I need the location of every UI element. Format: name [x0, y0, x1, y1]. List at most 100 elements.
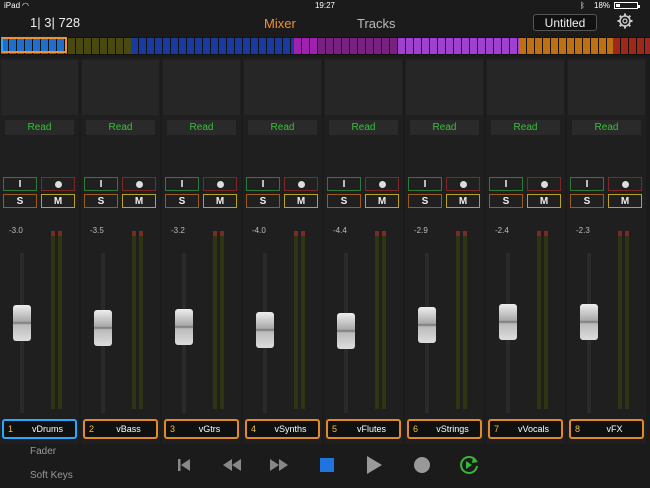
automation-mode-button[interactable]: Read	[329, 120, 398, 135]
channel-strip: Read I S M -3.5 2 vBass	[81, 58, 160, 444]
mute-button[interactable]: M	[41, 194, 75, 208]
record-arm-button[interactable]	[203, 177, 237, 191]
automation-mode-button[interactable]: Read	[167, 120, 236, 135]
volume-fader[interactable]	[580, 303, 598, 340]
clip-indicator	[139, 231, 143, 236]
track-name-button[interactable]: 8 vFX	[569, 419, 644, 439]
track-name: vSynths	[274, 424, 307, 434]
record-arm-button[interactable]	[284, 177, 318, 191]
channel-strip: Read I S M -2.9 6 vStrings	[405, 58, 484, 444]
overview-selection[interactable]	[1, 37, 67, 53]
track-name-button[interactable]: 4 vSynths	[245, 419, 320, 439]
level-meter-right	[220, 231, 224, 409]
mute-button[interactable]: M	[446, 194, 480, 208]
track-name: vStrings	[436, 424, 469, 434]
fader-label[interactable]: Fader	[30, 446, 56, 457]
record-arm-button[interactable]	[365, 177, 399, 191]
input-monitor-button[interactable]: I	[3, 177, 37, 191]
stop-icon[interactable]	[314, 452, 340, 478]
input-monitor-button[interactable]: I	[246, 177, 280, 191]
track-name-button[interactable]: 5 vFlutes	[326, 419, 401, 439]
volume-fader[interactable]	[175, 308, 193, 345]
project-title-button[interactable]: Untitled	[533, 14, 597, 31]
solo-button[interactable]: S	[327, 194, 361, 208]
volume-fader[interactable]	[499, 303, 517, 340]
track-name-button[interactable]: 1 vDrums	[2, 419, 77, 439]
input-monitor-button[interactable]: I	[570, 177, 604, 191]
solo-button[interactable]: S	[408, 194, 442, 208]
record-arm-button[interactable]	[122, 177, 156, 191]
automation-mode-button[interactable]: Read	[410, 120, 479, 135]
tab-mixer[interactable]: Mixer	[264, 16, 296, 31]
automation-mode-button[interactable]: Read	[86, 120, 155, 135]
volume-readout: -2.4	[495, 226, 509, 235]
skip-back-icon[interactable]	[171, 452, 197, 478]
clip-indicator	[132, 231, 136, 236]
track-name-button[interactable]: 2 vBass	[83, 419, 158, 439]
mute-button[interactable]: M	[203, 194, 237, 208]
clip-indicator	[213, 231, 217, 236]
overview-segment-bass	[68, 38, 131, 54]
soft-keys-label[interactable]: Soft Keys	[30, 470, 73, 481]
insert-slot[interactable]	[325, 60, 402, 115]
tab-tracks[interactable]: Tracks	[357, 16, 396, 31]
input-monitor-button[interactable]: I	[489, 177, 523, 191]
record-arm-button[interactable]	[527, 177, 561, 191]
automation-mode-button[interactable]: Read	[5, 120, 74, 135]
volume-fader[interactable]	[13, 305, 31, 342]
track-number: 1	[8, 424, 14, 434]
volume-fader[interactable]	[94, 310, 112, 347]
solo-button[interactable]: S	[489, 194, 523, 208]
record-dot-icon	[459, 180, 467, 188]
solo-button[interactable]: S	[84, 194, 118, 208]
track-number: 6	[413, 424, 419, 434]
record-arm-button[interactable]	[41, 177, 75, 191]
record-icon[interactable]	[409, 452, 435, 478]
insert-slot[interactable]	[244, 60, 321, 115]
mute-button[interactable]: M	[284, 194, 318, 208]
level-meter-right	[58, 231, 62, 409]
channel-strip: Read I S M -3.2 3 vGtrs	[162, 58, 241, 444]
automation-mode-button[interactable]: Read	[572, 120, 641, 135]
mute-button[interactable]: M	[122, 194, 156, 208]
gear-icon[interactable]	[617, 13, 633, 29]
insert-slot[interactable]	[82, 60, 159, 115]
record-arm-button[interactable]	[446, 177, 480, 191]
track-name-button[interactable]: 7 vVocals	[488, 419, 563, 439]
track-overview[interactable]	[0, 37, 650, 55]
fast-forward-icon[interactable]	[266, 452, 292, 478]
volume-readout: -3.5	[90, 226, 104, 235]
channel-strip: Read I S M -4.4 5 vFlutes	[324, 58, 403, 444]
insert-slot[interactable]	[568, 60, 645, 115]
input-monitor-button[interactable]: I	[165, 177, 199, 191]
insert-slot[interactable]	[487, 60, 564, 115]
track-name-button[interactable]: 6 vStrings	[407, 419, 482, 439]
insert-slot[interactable]	[163, 60, 240, 115]
automation-mode-button[interactable]: Read	[248, 120, 317, 135]
automation-mode-button[interactable]: Read	[491, 120, 560, 135]
mute-button[interactable]: M	[608, 194, 642, 208]
cycle-icon[interactable]	[456, 452, 482, 478]
insert-slot[interactable]	[1, 60, 78, 115]
rewind-icon[interactable]	[219, 452, 245, 478]
input-monitor-button[interactable]: I	[408, 177, 442, 191]
mute-button[interactable]: M	[365, 194, 399, 208]
solo-button[interactable]: S	[246, 194, 280, 208]
input-monitor-button[interactable]: I	[327, 177, 361, 191]
clip-indicator	[456, 231, 460, 236]
volume-fader[interactable]	[337, 313, 355, 350]
clip-indicator	[544, 231, 548, 236]
insert-slot[interactable]	[406, 60, 483, 115]
song-position[interactable]: 1| 3| 728	[30, 15, 80, 30]
volume-fader[interactable]	[418, 307, 436, 343]
solo-button[interactable]: S	[3, 194, 37, 208]
record-arm-button[interactable]	[608, 177, 642, 191]
volume-fader[interactable]	[256, 311, 274, 348]
solo-button[interactable]: S	[570, 194, 604, 208]
play-icon[interactable]	[361, 452, 387, 478]
track-name-button[interactable]: 3 vGtrs	[164, 419, 239, 439]
mute-button[interactable]: M	[527, 194, 561, 208]
solo-button[interactable]: S	[165, 194, 199, 208]
overview-segment-vocals	[519, 38, 613, 54]
input-monitor-button[interactable]: I	[84, 177, 118, 191]
